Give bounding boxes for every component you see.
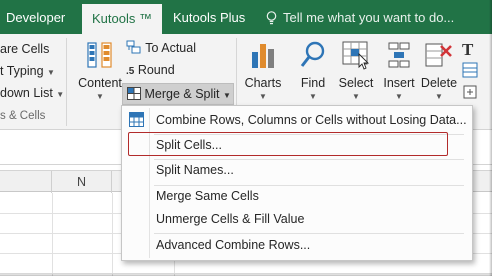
link-icon[interactable] (462, 84, 478, 100)
chevron-down-icon: ▼ (96, 92, 104, 101)
delete-button[interactable]: Delete ▼ (420, 38, 458, 104)
round-button[interactable]: .5 Round (126, 63, 175, 77)
chevron-down-icon: ▼ (309, 92, 317, 101)
tab-kutools[interactable]: Kutools ™ (82, 4, 162, 34)
merge-split-menu: Combine Rows, Columns or Cells without L… (121, 105, 473, 261)
dropdown-list-label: down List (0, 86, 53, 100)
excel-window: Developer Kutools ™ Kutools Plus Tell me… (0, 0, 492, 276)
merge-split-label: Merge & Split (144, 87, 220, 101)
group-separator (66, 38, 67, 126)
menu-item-label: Combine Rows, Columns or Cells without L… (156, 113, 467, 127)
find-button[interactable]: Find ▼ (294, 38, 332, 104)
menu-item-label: Advanced Combine Rows... (156, 238, 311, 252)
select-cells-icon (342, 41, 370, 70)
combine-icon (129, 112, 144, 127)
insert-button[interactable]: Insert ▼ (380, 38, 418, 104)
dropdown-list-button[interactable]: down List ▼ (0, 86, 64, 100)
charts-button[interactable]: Charts ▼ (242, 38, 284, 104)
prevent-typing-button[interactable]: t Typing ▼ (0, 64, 55, 78)
grid-line (52, 193, 53, 276)
charts-label: Charts (244, 76, 282, 90)
find-label: Find (300, 76, 326, 90)
grid-line (112, 193, 113, 276)
menu-item-combine[interactable]: Combine Rows, Columns or Cells without L… (122, 108, 472, 132)
to-actual-button[interactable]: To Actual (126, 40, 196, 55)
menu-item-split-names[interactable]: Split Names... (122, 158, 472, 182)
menu-item-label: Split Names... (156, 163, 234, 177)
chevron-down-icon: ▼ (47, 68, 55, 77)
merge-split-button[interactable]: Merge & Split ▼ (122, 83, 234, 105)
round-label: Round (137, 63, 175, 77)
to-actual-label: To Actual (145, 41, 196, 55)
lightbulb-icon (266, 11, 277, 25)
tab-developer[interactable]: Developer (6, 0, 65, 34)
tab-kutools-plus[interactable]: Kutools Plus (173, 0, 245, 34)
chevron-down-icon: ▼ (223, 91, 231, 100)
compare-cells-button[interactable]: are Cells (0, 42, 49, 56)
menu-item-unmerge[interactable]: Unmerge Cells & Fill Value (122, 207, 472, 231)
search-icon (300, 41, 325, 67)
menu-item-label: Merge Same Cells (156, 189, 259, 203)
format-icon[interactable] (462, 62, 478, 78)
content-label: Content (78, 76, 122, 90)
select-button[interactable]: Select ▼ (336, 38, 376, 104)
round-icon: .5 (126, 66, 135, 77)
chevron-down-icon: ▼ (352, 92, 360, 101)
menu-item-merge-same[interactable]: Merge Same Cells (122, 184, 472, 208)
tell-me-text: Tell me what you want to do... (283, 10, 455, 25)
delete-label: Delete (420, 76, 458, 90)
insert-label: Insert (383, 76, 415, 90)
prevent-typing-label: t Typing (0, 64, 44, 78)
ribbon-tab-bar: Developer Kutools ™ Kutools Plus Tell me… (0, 0, 492, 34)
selection-highlight (128, 132, 448, 156)
chevron-down-icon: ▼ (395, 92, 403, 101)
menu-item-advanced-combine[interactable]: Advanced Combine Rows... (122, 233, 472, 257)
chevron-down-icon: ▼ (259, 92, 267, 101)
group-label-ranges-cells: s & Cells (0, 110, 46, 122)
column-header-m[interactable] (0, 171, 52, 193)
chevron-down-icon: ▼ (56, 90, 65, 99)
bar-chart-icon (252, 44, 274, 68)
to-actual-icon (126, 40, 141, 54)
insert-icon (388, 42, 410, 68)
merge-split-icon (127, 87, 141, 100)
text-tools-icon[interactable]: T (462, 40, 473, 60)
content-button[interactable]: Content ▼ (74, 38, 126, 104)
column-header-n[interactable]: N (52, 171, 112, 193)
menu-item-label: Unmerge Cells & Fill Value (156, 212, 305, 226)
delete-icon (425, 43, 452, 67)
chevron-down-icon: ▼ (435, 92, 443, 101)
content-icon (87, 42, 112, 68)
select-label: Select (338, 76, 374, 90)
